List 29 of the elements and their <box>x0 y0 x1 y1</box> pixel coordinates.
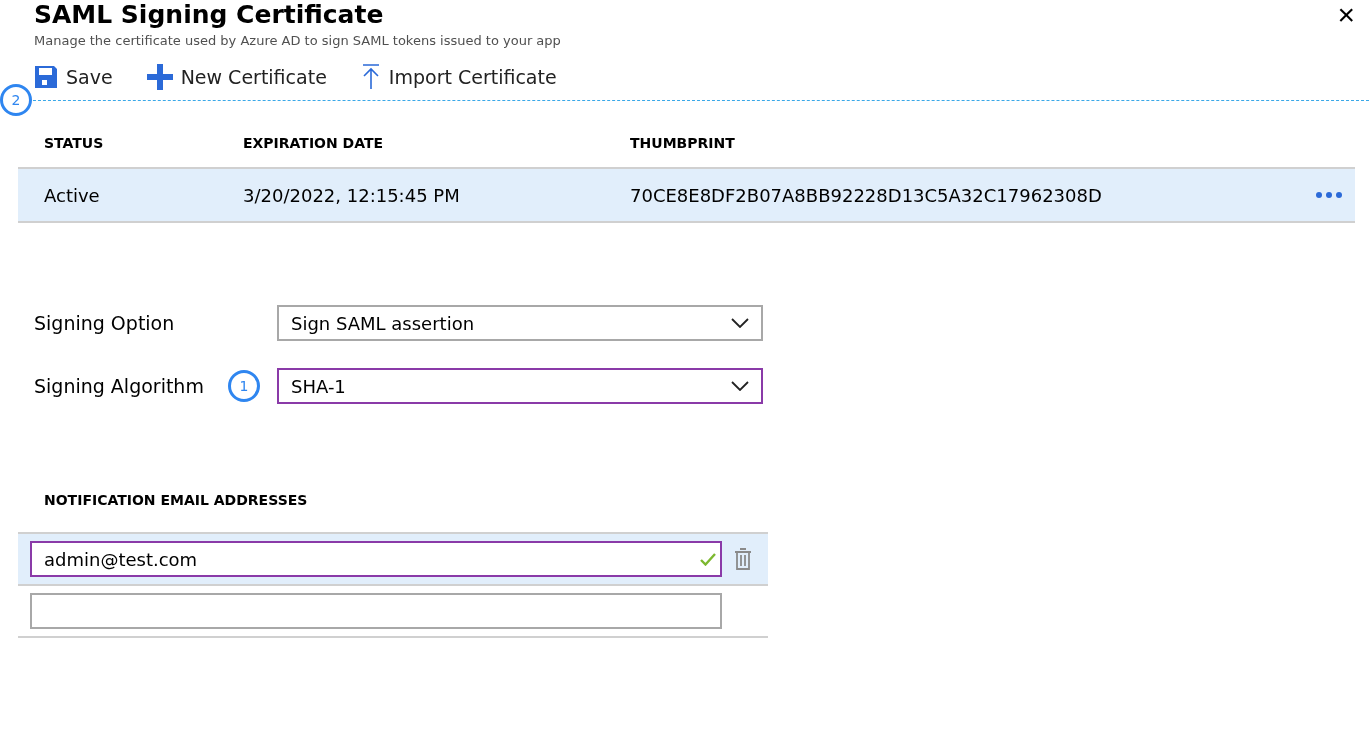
section-heading: NOTIFICATION EMAIL ADDRESSES <box>44 492 309 508</box>
field-label: Signing Algorithm <box>34 375 204 397</box>
checkmark-icon <box>700 552 716 566</box>
close-button[interactable]: × <box>1337 0 1355 30</box>
dropdown[interactable]: Sign SAML assertion <box>277 305 763 341</box>
import-button[interactable]: Import Certificate <box>360 64 557 90</box>
column-header: EXPIRATION DATE <box>243 135 385 151</box>
field-label: Signing Option <box>34 312 175 334</box>
panel-subtitle: Manage the certificate used by Azure AD to sign SAML tokens issued to your app <box>34 33 562 48</box>
email-field[interactable]: admin@test.com <box>30 541 722 577</box>
column-header: THUMBPRINT <box>630 135 736 151</box>
email-field[interactable] <box>30 593 722 629</box>
callout-marker: 1 <box>228 370 260 402</box>
certificate-row[interactable]: Active 3/20/2022, 12:15:45 PM 70CE8E8DF2B07A8BB92228D13C5A32C17962308D <box>18 169 1355 223</box>
chevron-down-icon <box>731 381 749 391</box>
new-button[interactable]: New Certificate <box>146 64 327 90</box>
upload-icon <box>360 64 381 90</box>
dropdown[interactable]: SHA-1 <box>277 368 763 404</box>
save-icon <box>34 65 58 89</box>
plus-icon <box>146 64 173 90</box>
callout-marker: 2 <box>0 84 32 116</box>
delete-button[interactable] <box>734 548 752 570</box>
chevron-down-icon <box>731 318 749 328</box>
table-cell-text: 70CE8E8DF2B07A8BB92228D13C5A32C17962308D <box>630 184 1103 206</box>
save-button[interactable]: Save <box>34 64 113 90</box>
column-header: STATUS <box>44 135 105 151</box>
table-cell-text: 3/20/2022, 12:15:45 PM <box>243 184 461 206</box>
panel-title: SAML Signing Certificate <box>34 0 384 30</box>
table-cell-text: Active <box>44 184 101 206</box>
